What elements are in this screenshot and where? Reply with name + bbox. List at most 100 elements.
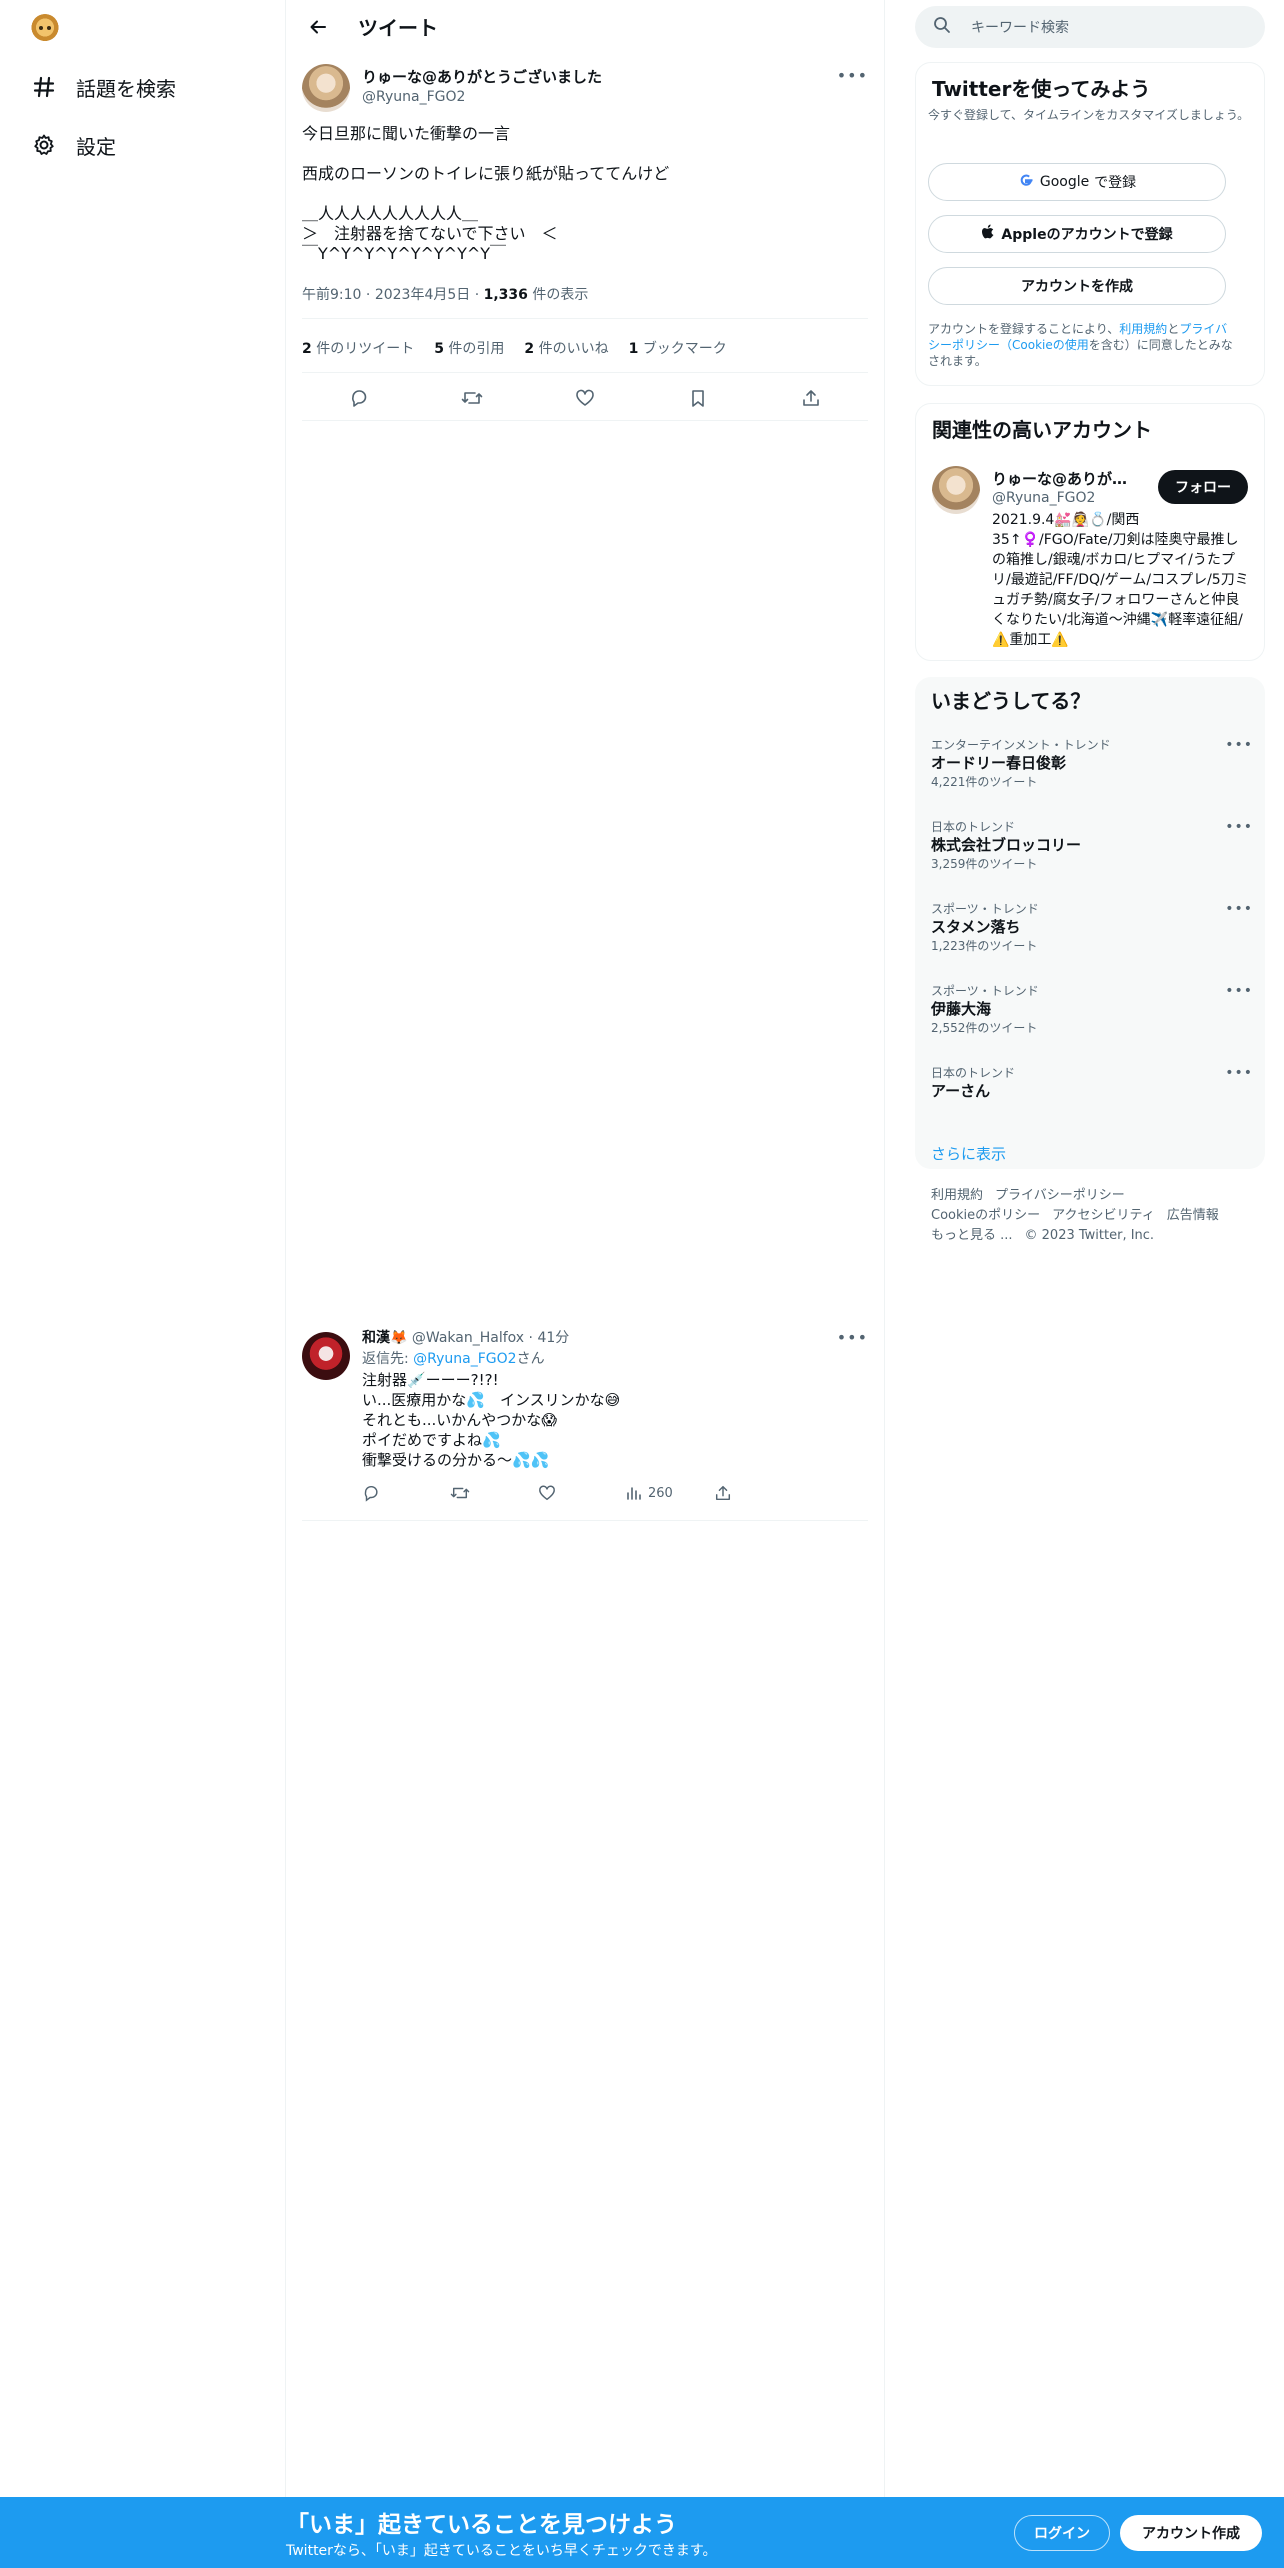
copyright: © 2023 Twitter, Inc. (1024, 1228, 1155, 1243)
related-accounts-box: 関連性の高いアカウント りゅーな@ありがとうございました @Ryuna_FGO2… (915, 403, 1265, 661)
quote-stat[interactable]: 5 件の引用 (434, 338, 504, 358)
trend-item[interactable]: スポーツ・トレンド スタメン落ち 1,223件のツイート ••• (931, 901, 1253, 955)
reply-icon[interactable] (341, 384, 377, 412)
like-icon[interactable] (538, 1484, 626, 1502)
like-stat[interactable]: 2 件のいいね (524, 338, 608, 358)
share-icon[interactable] (714, 1484, 802, 1502)
google-icon (1018, 172, 1034, 192)
more-options-icon[interactable]: ••• (1225, 737, 1253, 753)
trend-item[interactable]: エンターテインメント・トレンド オードリー春日俊彰 4,221件のツイート ••• (931, 737, 1253, 791)
divider (302, 318, 868, 319)
signup-box: Twitterを使ってみよう 今すぐ登録して、タイムラインをカスタマイズしましょ… (915, 62, 1265, 386)
back-arrow-icon[interactable] (300, 9, 336, 45)
reply-to-line: 返信先: @Ryuna_FGO2さん (362, 1351, 545, 1367)
page-header: ツイート (286, 0, 884, 53)
tweet-date[interactable]: 2023年4月5日 (375, 287, 470, 303)
terms-link[interactable]: 利用規約 (1119, 322, 1167, 336)
banner-subtitle: Twitterなら、「いま」起きていることをいち早くチェックできます。 (286, 2543, 717, 2559)
author-handle[interactable]: @Ryuna_FGO2 (362, 87, 602, 107)
search-box[interactable]: キーワード検索 (915, 6, 1265, 48)
banner-title: 「いま」起きていることを見つけよう (286, 2512, 677, 2538)
views-stat[interactable]: 260 (626, 1485, 714, 1501)
footer-more-link[interactable]: もっと見る ... (931, 1228, 1013, 1243)
google-signup-button[interactable]: Google で登録 (928, 163, 1226, 201)
page-title: ツイート (358, 16, 438, 40)
trends-box: いまどうしてる？ エンターテインメント・トレンド オードリー春日俊彰 4,221件の… (915, 677, 1265, 1169)
author-name[interactable]: りゅーな@ありがとうございました (362, 67, 602, 87)
related-title: 関連性の高いアカウント (932, 418, 1152, 442)
trends-title: いまどうしてる？ (931, 689, 1091, 713)
divider (302, 420, 868, 421)
tweet-author: りゅーな@ありがとうございました @Ryuna_FGO2 ••• (302, 64, 868, 112)
divider (302, 372, 868, 373)
views-icon (627, 1487, 641, 1500)
bookmark-icon[interactable] (680, 384, 716, 412)
search-input[interactable]: キーワード検索 (971, 17, 1069, 37)
related-name[interactable]: りゅーな@ありがとうございました (992, 468, 1142, 489)
nav-item-label: 設定 (76, 134, 116, 159)
footer-links: 利用規約 プライバシーポリシー Cookieのポリシー アクセシビリティ 広告情報 も… (931, 1186, 1251, 1246)
show-more-link[interactable]: さらに表示 (931, 1143, 1006, 1164)
nav-item-label: 話題を検索 (76, 76, 176, 101)
reply-text: 注射器💉ーーー?!?! い...医療用かな💦 インスリンかな😅 それとも...い… (362, 1371, 621, 1469)
trend-item[interactable]: 日本のトレンド 株式会社ブロッコリー 3,259件のツイート ••• (931, 819, 1253, 873)
views-count: 1,336 (483, 287, 528, 303)
retweet-stat[interactable]: 2 件のリツイート (302, 338, 414, 358)
tweet-text: 今日旦那に聞いた衝撃の一言 西成のローソンのトイレに張り紙が貼っててんけど ＿人… (302, 124, 670, 263)
more-options-icon[interactable]: ••• (837, 1328, 868, 1347)
footer-ads-link[interactable]: 広告情報 (1167, 1208, 1219, 1223)
related-handle[interactable]: @Ryuna_FGO2 (992, 490, 1095, 506)
avatar[interactable] (932, 466, 980, 514)
doge-logo-icon[interactable] (30, 14, 60, 44)
trend-item[interactable]: スポーツ・トレンド 伊藤大海 2,552件のツイート ••• (931, 983, 1253, 1037)
create-account-button[interactable]: アカウントを作成 (928, 267, 1226, 305)
search-icon (933, 16, 951, 38)
left-nav: 話題を検索 設定 (0, 0, 285, 2568)
reply-actions: 260 (362, 1484, 802, 1502)
gear-icon (30, 131, 58, 159)
like-icon[interactable] (567, 384, 603, 412)
signup-legal-text: アカウントを登録することにより、利用規約とプライバシーポリシー（Cookieの使… (928, 322, 1233, 368)
reply-author-line: 和漢🦊 @Wakan_Halfox · 41分 (362, 1330, 570, 1346)
retweet-icon[interactable] (454, 384, 490, 412)
tweet-actions (302, 384, 868, 412)
reply-to-link[interactable]: @Ryuna_FGO2 (413, 1351, 516, 1367)
signup-banner: 「いま」起きていることを見つけよう Twitterなら、「いま」起きていることを… (0, 2497, 1284, 2568)
views-label: 件の表示 (532, 287, 589, 303)
main-column: ツイート りゅーな@ありがとうございました @Ryuna_FGO2 ••• 今日… (286, 0, 884, 1521)
avatar[interactable] (302, 64, 350, 112)
reply-icon[interactable] (362, 1484, 450, 1502)
more-options-icon[interactable]: ••• (1225, 1065, 1253, 1081)
share-icon[interactable] (793, 384, 829, 412)
follow-button[interactable]: フォロー (1158, 470, 1248, 504)
tweet-time[interactable]: 午前9:10 (302, 287, 361, 303)
signup-button[interactable]: アカウント作成 (1120, 2515, 1262, 2551)
avatar[interactable] (302, 1332, 350, 1380)
reply-time[interactable]: 41分 (537, 1330, 569, 1346)
reply-author-name[interactable]: 和漢🦊 (362, 1330, 407, 1346)
more-options-icon[interactable]: ••• (1225, 983, 1253, 999)
divider (302, 1520, 868, 1521)
nav-item-settings[interactable]: 設定 (30, 125, 116, 165)
divider (884, 0, 885, 2497)
footer-cookie-link[interactable]: Cookieのポリシー (931, 1208, 1040, 1223)
signup-title: Twitterを使ってみよう (932, 77, 1151, 101)
reply-author-handle[interactable]: @Wakan_Halfox (412, 1330, 524, 1346)
signup-subtitle: 今すぐ登録して、タイムラインをカスタマイズしましょう。 (928, 108, 1250, 122)
tweet-meta: 午前9:10 · 2023年4月5日 · 1,336 件の表示 (302, 287, 589, 303)
apple-signup-button[interactable]: Appleのアカウントで登録 (928, 215, 1226, 253)
tweet-stats: 2 件のリツイート 5 件の引用 2 件のいいね 1 ブックマーク (302, 338, 747, 358)
divider (285, 0, 286, 2497)
nav-item-explore[interactable]: 話題を検索 (30, 67, 176, 107)
bookmark-stat[interactable]: 1 ブックマーク (629, 338, 727, 358)
trend-item[interactable]: 日本のトレンド アーさん ••• (931, 1065, 1253, 1101)
views-count: 260 (648, 1485, 673, 1501)
more-options-icon[interactable]: ••• (1225, 901, 1253, 917)
footer-terms-link[interactable]: 利用規約 (931, 1188, 983, 1203)
more-options-icon[interactable]: ••• (1225, 819, 1253, 835)
retweet-icon[interactable] (450, 1484, 538, 1502)
login-button[interactable]: ログイン (1014, 2515, 1110, 2551)
more-options-icon[interactable]: ••• (837, 66, 868, 85)
footer-privacy-link[interactable]: プライバシーポリシー (995, 1188, 1125, 1203)
footer-accessibility-link[interactable]: アクセシビリティ (1052, 1208, 1155, 1223)
